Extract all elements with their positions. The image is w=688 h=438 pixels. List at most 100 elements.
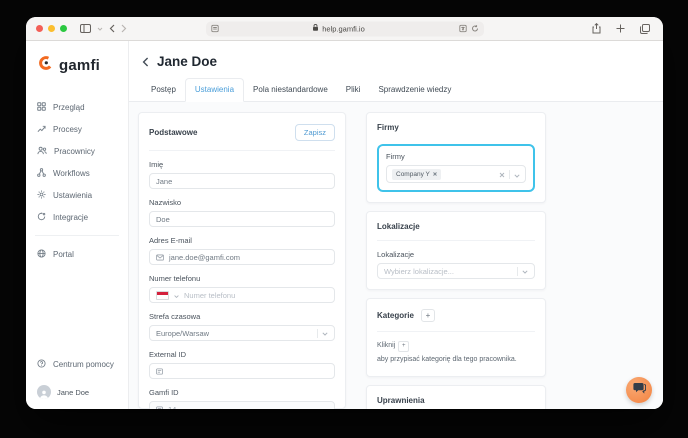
field-label: Gamfi ID [149,388,179,397]
tab-postep[interactable]: Postęp [142,79,185,101]
email-input[interactable]: jane.doe@gamfi.com [149,249,335,265]
select-separator [317,328,318,338]
tab-ustawienia[interactable]: Ustawienia [184,78,245,102]
tab-pliki[interactable]: Pliki [337,79,370,101]
share-icon[interactable] [592,23,601,34]
right-column: Firmy Firmy Company Y Lokalizacje Lokali… [366,112,546,409]
companies-multiselect[interactable]: Company Y [386,165,526,183]
address-bar[interactable]: help.gamfi.io [205,20,484,38]
chevron-down-icon[interactable] [322,329,328,338]
field-label: Firmy [386,152,405,161]
sidebar-item-label: Przegląd [53,102,85,112]
first-name-input[interactable] [149,173,335,189]
minimize-window-button[interactable] [48,25,55,32]
first-name-input-value[interactable] [156,176,328,186]
reload-icon[interactable] [471,20,479,38]
clear-icon[interactable] [499,165,505,183]
forward-icon[interactable] [121,24,127,33]
company-tag[interactable]: Company Y [392,168,441,180]
tab-bar: Postęp Ustawienia Pola niestandardowe Pl… [129,78,663,102]
logo-text: gamfi [59,57,101,74]
sidebar-item-centrum-pomocy[interactable]: Centrum pomocy [37,353,117,375]
add-category-button[interactable]: + [420,309,435,322]
new-tab-icon[interactable] [616,24,625,33]
content-area: Podstawowe Zapisz Imię Nazwisko [129,102,663,409]
sidebar-item-portal[interactable]: Portal [37,243,117,265]
avatar [37,385,51,399]
companies-highlight-box: Firmy Company Y [377,144,535,192]
poland-flag-icon[interactable] [156,290,169,300]
gamfi-logo[interactable]: gamfi [38,55,117,76]
close-window-button[interactable] [36,25,43,32]
card-title: Kategorie [377,311,414,320]
flag-caret-icon[interactable] [174,291,179,300]
people-icon [37,146,47,157]
locations-select[interactable]: Wybierz lokalizacje... [377,263,535,279]
sidebar-item-ustawienia[interactable]: Ustawienia [37,184,117,206]
save-button[interactable]: Zapisz [294,124,335,141]
sidebar-item-workflows[interactable]: Workflows [37,162,117,184]
sidebar-item-label: Ustawienia [53,190,93,200]
sidebar-item-label: Centrum pomocy [53,359,114,369]
desktop-background: help.gamfi.io gamfi Przegląd Procesy Pra… [0,0,688,438]
user-name: Jane Doe [57,387,90,397]
categories-card: Kategorie + Kliknij + aby przypisać kate… [366,298,546,377]
permissions-card: Uprawnienia Administrator [366,384,546,409]
tab-pola-niestandardowe[interactable]: Pola niestandardowe [244,79,337,101]
divider [377,331,535,332]
last-name-input[interactable] [149,211,335,227]
traffic-lights [36,25,67,32]
sidebar-item-procesy[interactable]: Procesy [37,118,117,140]
sidebar-caret-icon[interactable] [97,27,103,31]
card-title: Uprawnienia [377,395,425,405]
process-flow-icon [37,124,46,135]
gamfi-id-value: 14 [168,404,177,410]
sidebar-item-przeglad[interactable]: Przegląd [37,96,117,118]
field-label: Nazwisko [149,198,182,207]
chevron-down-icon[interactable] [514,165,520,183]
sidebar-item-label: Portal [53,249,74,259]
field-label: Lokalizacje [377,250,415,259]
url-text: help.gamfi.io [322,24,365,33]
id-badge-icon [156,405,163,409]
sidebar-divider [35,235,119,236]
dashboard-grid-icon [37,101,46,113]
integrations-icon [37,211,46,223]
sidebar-item-label: Procesy [53,124,82,134]
globe-icon [37,248,46,260]
companies-card: Firmy Firmy Company Y [366,112,546,203]
sidebar-user[interactable]: Jane Doe [37,385,117,399]
translate-icon[interactable] [458,20,467,38]
chat-widget-button[interactable] [626,377,652,403]
timezone-value: Europe/Warsaw [156,328,210,338]
tab-sprawdzenie-wiedzy[interactable]: Sprawdzenie wiedzy [369,79,460,101]
sidebar-item-pracownicy[interactable]: Pracownicy [37,140,117,162]
workflow-nodes-icon [37,167,46,179]
browser-toolbar: help.gamfi.io [26,17,663,41]
basic-info-card: Podstawowe Zapisz Imię Nazwisko [138,112,346,409]
gamfi-id-input: 14 [149,401,335,409]
categories-hint: Kliknij + aby przypisać kategorię dla te… [377,341,535,366]
divider [377,240,535,241]
company-tag-label: Company Y [396,170,430,178]
remove-tag-icon[interactable] [433,171,437,178]
back-icon[interactable] [109,24,115,33]
phone-input[interactable]: Numer telefonu [149,287,335,303]
last-name-input-value[interactable] [156,214,328,224]
timezone-select[interactable]: Europe/Warsaw [149,325,335,341]
gamfi-logo-icon [38,55,54,76]
zoom-window-button[interactable] [60,25,67,32]
sidebar-item-integracje[interactable]: Integracje [37,206,117,228]
locations-card: Lokalizacje Lokalizacje Wybierz lokaliza… [366,211,546,290]
chevron-down-icon[interactable] [522,267,528,276]
external-id-input[interactable] [149,363,335,379]
chat-bubble-icon [632,381,646,399]
sidebar-toggle-icon[interactable] [80,24,91,33]
back-chevron-icon[interactable] [142,57,149,67]
reader-icon[interactable] [210,20,219,38]
page-header: Jane Doe [129,41,663,69]
app-frame: gamfi Przegląd Procesy Pracownicy Workfl… [26,41,663,409]
plus-icon: + [425,311,431,320]
field-label: Strefa czasowa [149,312,201,321]
tab-overview-icon[interactable] [640,23,650,34]
